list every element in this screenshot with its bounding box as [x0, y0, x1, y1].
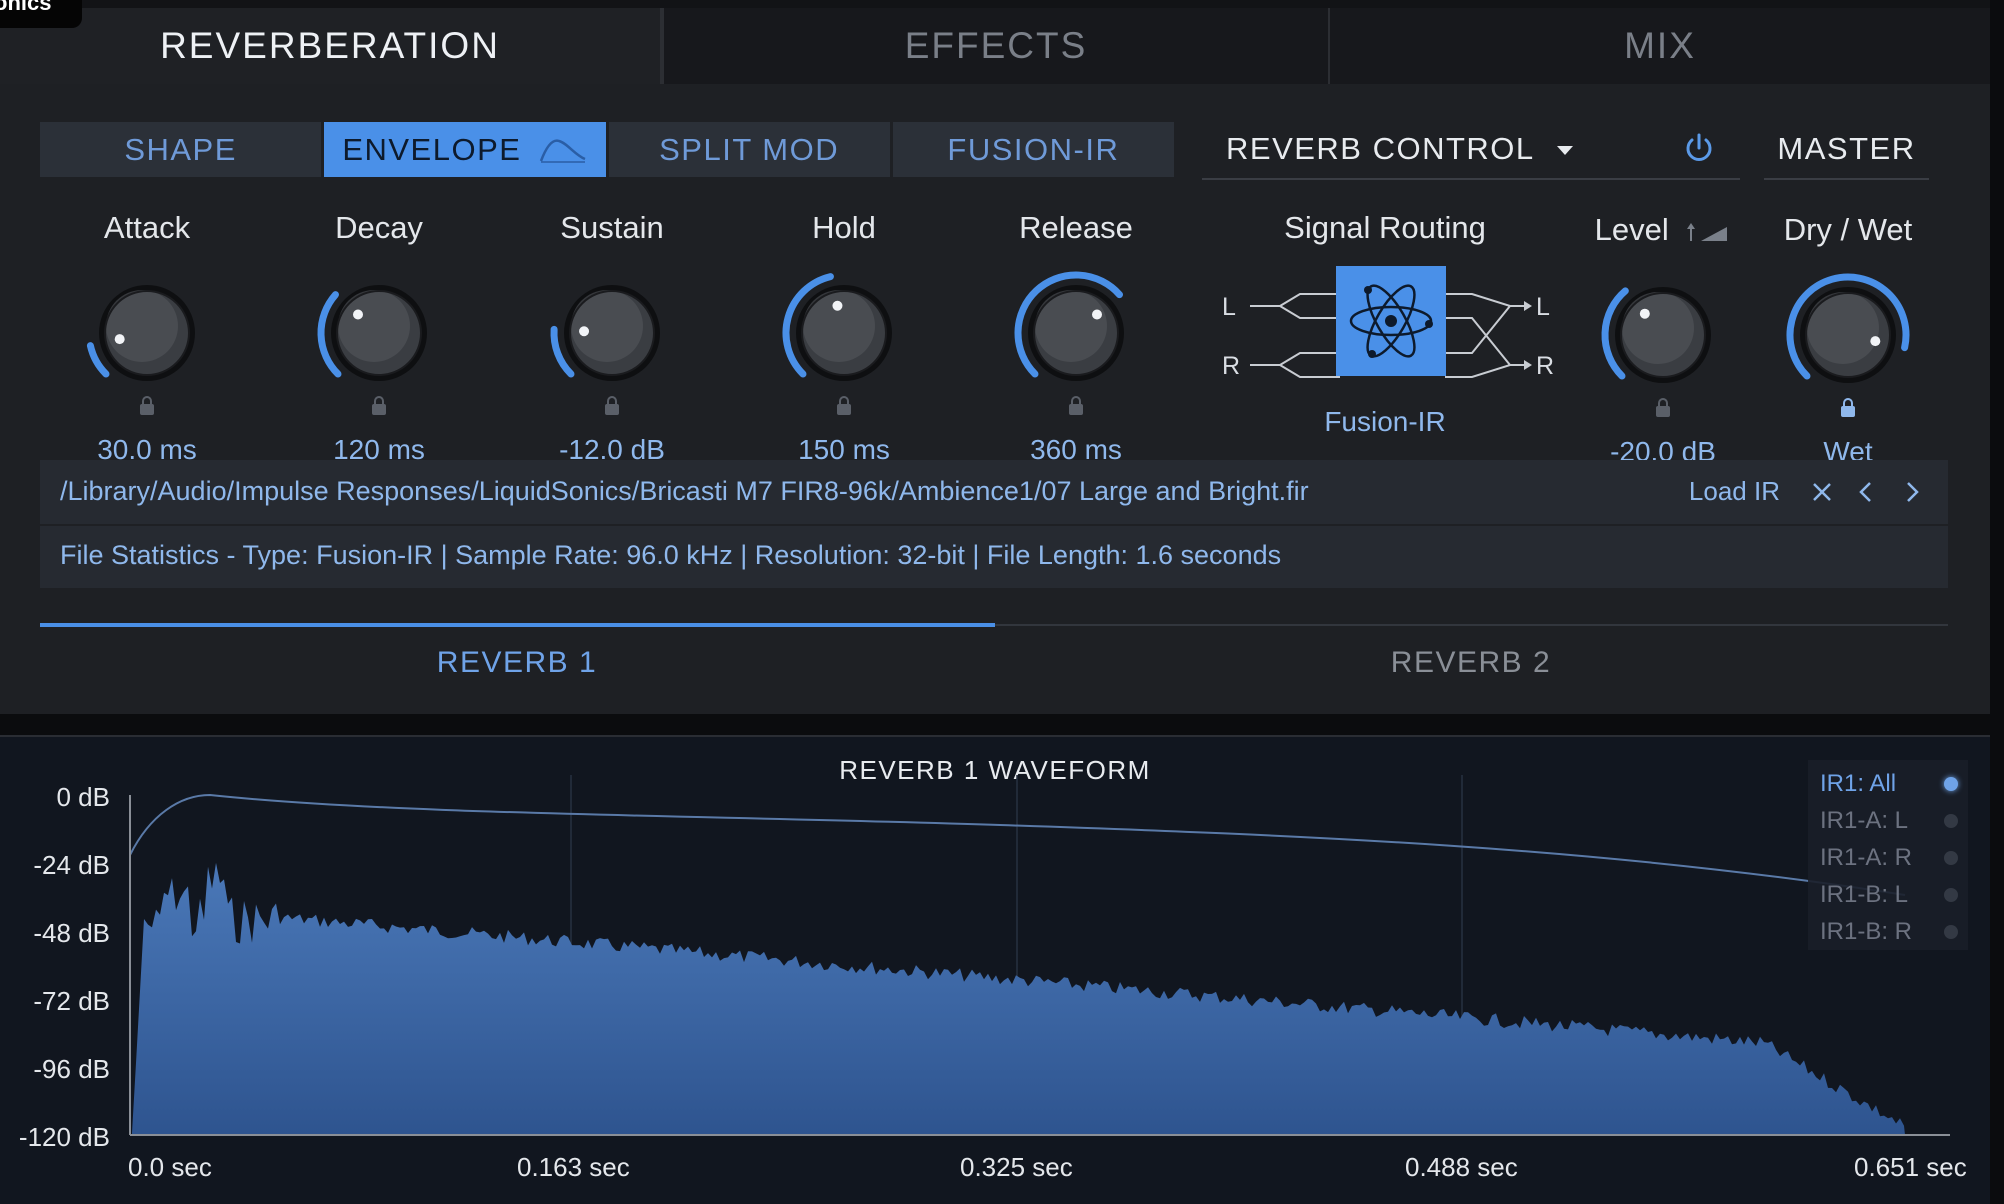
x-tick-label: 0.325 sec [960, 1152, 1073, 1182]
fusion-ir-atom-icon[interactable] [1336, 266, 1446, 376]
x-tick-label: 0.0 sec [128, 1152, 212, 1182]
hold-knob[interactable] [769, 258, 919, 415]
y-tick-label: 0 dB [56, 782, 111, 812]
level-knob[interactable] [1588, 260, 1738, 417]
legend-ir1-b-l[interactable]: IR1-B: L [1820, 881, 1908, 909]
knob-level: Level -20.0 dB [1568, 212, 1758, 468]
main-tab-bar: REVERBERATION EFFECTS MIX [0, 0, 1990, 86]
routing-out-left: L [1536, 293, 1550, 321]
master-button[interactable]: MASTER [1764, 120, 1929, 180]
envelope-curve-icon [540, 138, 586, 163]
routing-in-right: R [1222, 352, 1240, 380]
y-tick-label: -48 dB [33, 918, 110, 948]
divider [40, 524, 1948, 526]
load-ir-button[interactable]: Load IR [1689, 476, 1780, 507]
ir-file-stats: File Statistics - Type: Fusion-IR | Samp… [60, 540, 1282, 570]
legend-dot[interactable] [1944, 888, 1958, 902]
legend-ir1-b-r[interactable]: IR1-B: R [1820, 918, 1912, 946]
legend-dot[interactable] [1944, 925, 1958, 939]
level-label: Level [1594, 212, 1669, 247]
tab-reverberation[interactable]: REVERBERATION [0, 8, 662, 84]
y-tick-label: -72 dB [33, 986, 110, 1016]
signal-routing-label: Signal Routing [1284, 210, 1486, 245]
subtab-label: SHAPE [124, 131, 237, 167]
attack-knob[interactable] [72, 258, 222, 415]
x-tick-label: 0.163 sec [517, 1152, 630, 1182]
dry-wet-knob[interactable] [1773, 260, 1923, 417]
legend-ir1-all[interactable]: IR1: All [1820, 770, 1896, 798]
decay-knob[interactable] [304, 258, 454, 415]
subtab-split-mod[interactable]: SPLIT MOD [608, 122, 890, 177]
subtab-shape[interactable]: SHAPE [40, 122, 322, 177]
knob-label: Level [1568, 212, 1758, 252]
reverb-control-label: REVERB CONTROL [1226, 131, 1535, 166]
legend-ir1-a-r[interactable]: IR1-A: R [1820, 844, 1912, 872]
tab-mix[interactable]: MIX [1328, 8, 1990, 84]
knob-label: Attack [103, 210, 191, 245]
sub-tab-bar: SHAPE ENVELOPE SPLIT MOD FUSION-IR [40, 122, 1174, 177]
legend-dot-active[interactable] [1944, 777, 1958, 791]
waveform-plot[interactable] [0, 735, 1990, 1202]
x-tick-label: 0.651 sec [1854, 1152, 1967, 1182]
subtab-label: FUSION-IR [947, 131, 1120, 167]
ir-channel-legend: IR1: All IR1-A: L IR1-A: R IR1-B: L IR1-… [1808, 760, 1968, 950]
knob-decay: Decay 120 ms [284, 210, 474, 466]
power-icon[interactable] [1680, 130, 1718, 168]
subtab-fusion-ir[interactable]: FUSION-IR [892, 122, 1174, 177]
tab-underline-active [40, 623, 995, 627]
knob-label: Sustain [560, 210, 664, 245]
tab-reverb-2[interactable]: REVERB 2 [994, 646, 1948, 680]
routing-mode-label: Fusion-IR [1324, 406, 1446, 437]
ir-file-box: /Library/Audio/Impulse Responses/LiquidS… [40, 460, 1948, 588]
sustain-knob[interactable] [537, 258, 687, 415]
level-meter-icon[interactable] [1685, 221, 1731, 243]
signal-routing: Signal Routing L R L R Fusion-IR [1210, 210, 1560, 450]
knob-label: Decay [335, 210, 423, 245]
caret-down-icon [1556, 145, 1573, 155]
chevron-right-icon[interactable] [1898, 478, 1926, 506]
x-tick-label: 0.488 sec [1405, 1152, 1518, 1182]
y-tick-label: -96 dB [33, 1054, 110, 1084]
y-tick-label: -120 dB [18, 1122, 110, 1152]
routing-out-right: R [1536, 352, 1554, 380]
master-label: MASTER [1777, 131, 1916, 166]
knob-release: Release 360 ms [981, 210, 1171, 466]
reverb-control-dropdown[interactable]: REVERB CONTROL [1202, 120, 1740, 180]
subtab-label: ENVELOPE [342, 131, 522, 167]
close-icon[interactable] [1808, 478, 1836, 506]
knob-dry-wet: Dry / Wet Wet [1753, 212, 1943, 468]
knob-attack: Attack 30.0 ms [52, 210, 242, 466]
legend-dot[interactable] [1944, 814, 1958, 828]
knob-label: Release [1019, 210, 1133, 245]
reverb-tab-bar: REVERB 1 REVERB 2 [40, 623, 1948, 684]
subtab-envelope[interactable]: ENVELOPE [324, 122, 606, 177]
tab-label: EFFECTS [904, 25, 1088, 66]
tab-label: REVERBERATION [160, 25, 500, 66]
brand-logo: onics [0, 0, 82, 28]
knob-label: Hold [812, 210, 876, 245]
routing-in-left: L [1222, 293, 1236, 321]
subtab-label: SPLIT MOD [659, 131, 840, 167]
legend-ir1-a-l[interactable]: IR1-A: L [1820, 807, 1908, 835]
y-tick-label: -24 dB [33, 850, 110, 880]
chevron-left-icon[interactable] [1852, 478, 1880, 506]
tab-effects[interactable]: EFFECTS [662, 8, 1328, 84]
legend-dot[interactable] [1944, 851, 1958, 865]
waveform-fill [132, 862, 1905, 1135]
tab-reverb-1[interactable]: REVERB 1 [40, 646, 994, 680]
knob-label: Dry / Wet [1783, 212, 1913, 247]
knob-hold: Hold 150 ms [749, 210, 939, 466]
ir-file-path[interactable]: /Library/Audio/Impulse Responses/LiquidS… [60, 476, 1309, 507]
tab-label: MIX [1624, 25, 1696, 66]
release-knob[interactable] [1001, 258, 1151, 415]
knob-sustain: Sustain -12.0 dB [517, 210, 707, 466]
